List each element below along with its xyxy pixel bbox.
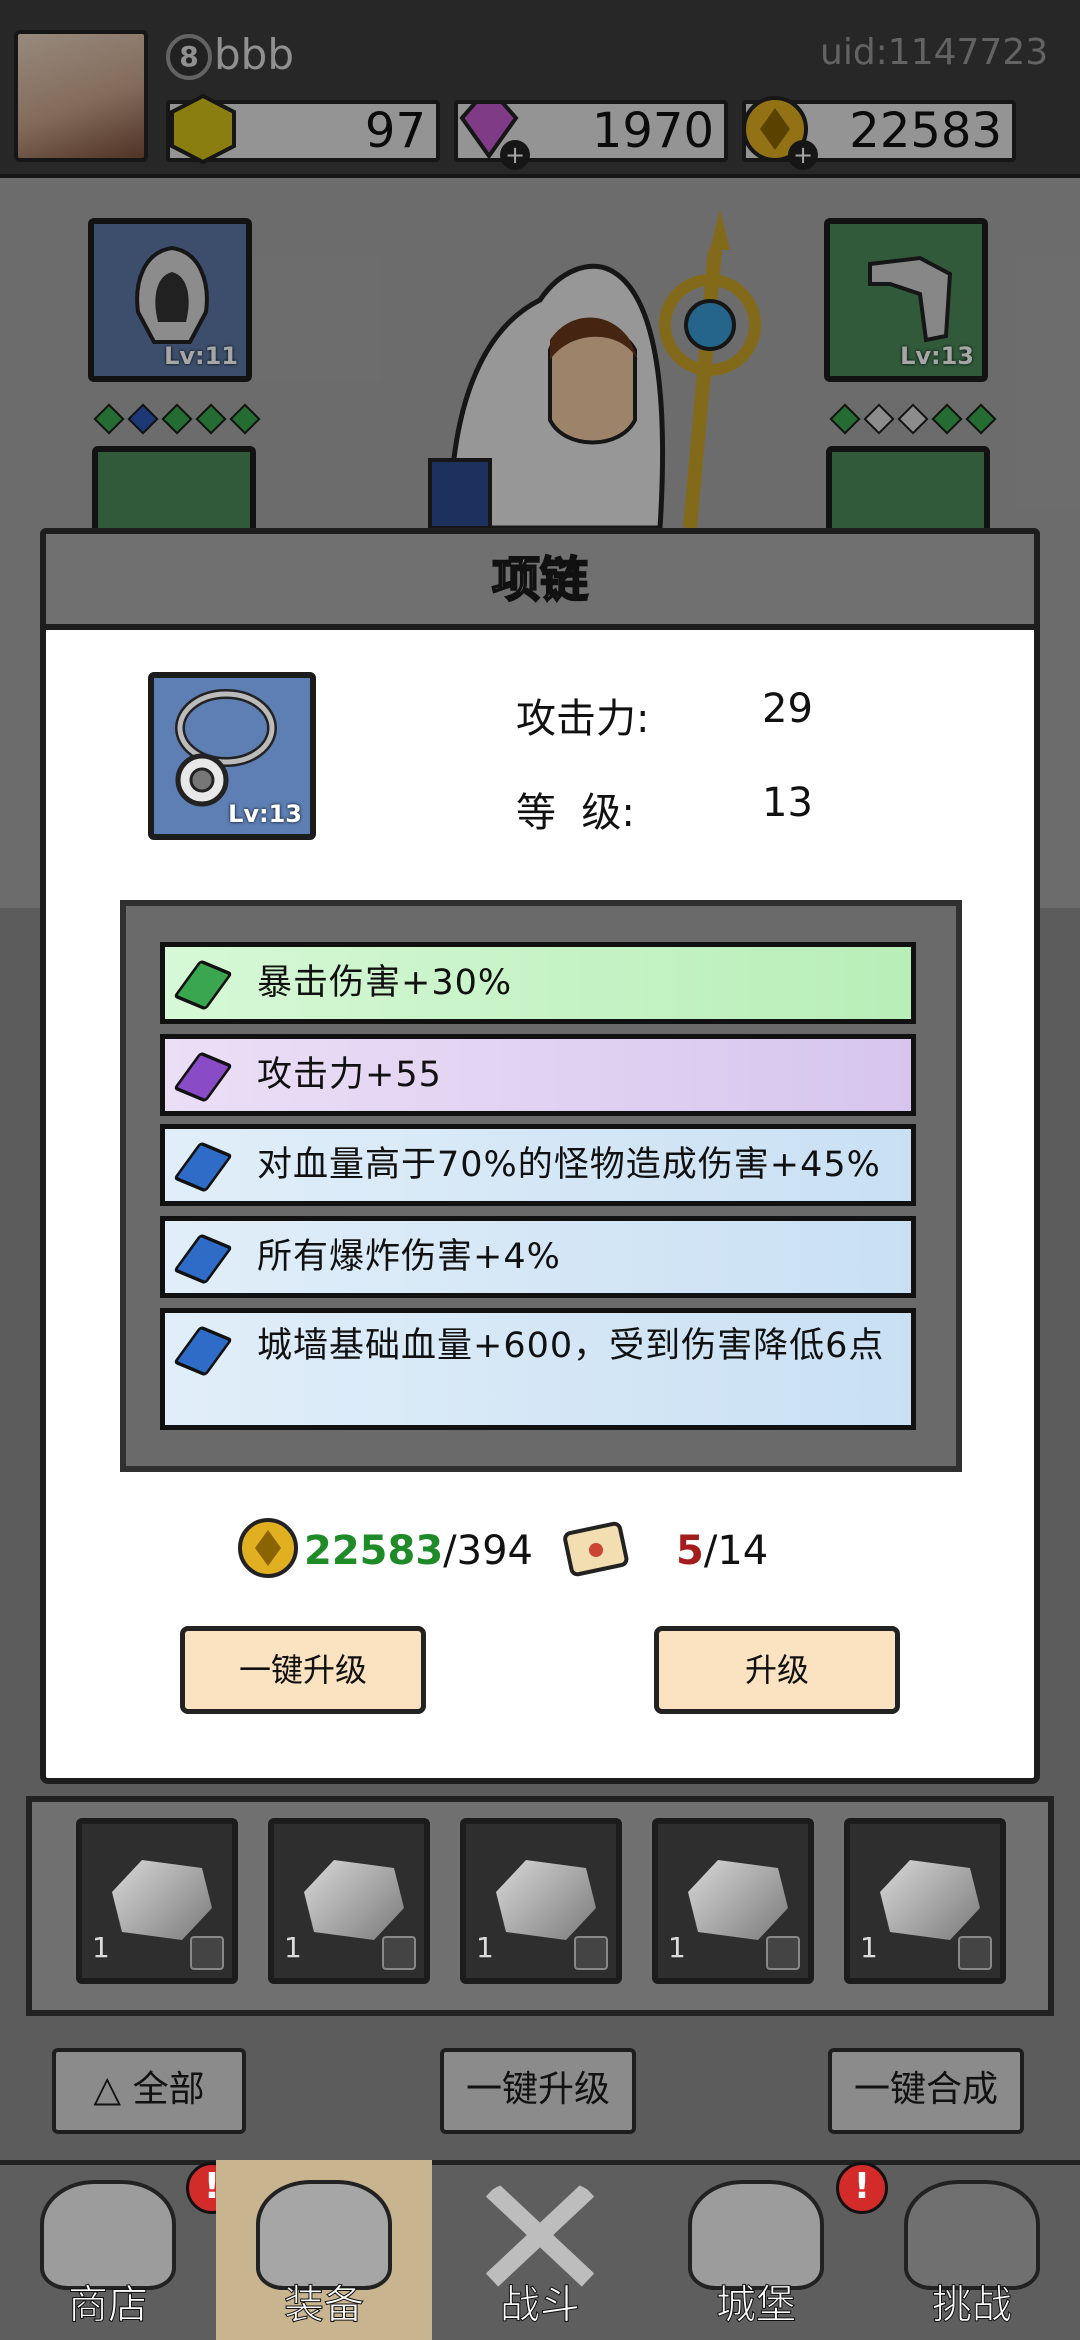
stat-level-label: 等 级: [516, 790, 635, 836]
stat-level-value: 13 [762, 780, 813, 826]
tab-castle[interactable]: 城堡 [648, 2160, 864, 2340]
stat-attack-value: 29 [762, 686, 813, 732]
green-gem-icon [173, 959, 233, 1011]
affix-row: 攻击力+55 [160, 1034, 916, 1116]
affix-text: 城墙基础血量+600，受到伤害降低6点 [257, 1326, 885, 1366]
upgrade-button[interactable]: 升级 [654, 1626, 900, 1714]
scroll-icon [563, 1521, 629, 1577]
item-count: 1 [284, 1931, 302, 1964]
purple-gem-icon [173, 1051, 233, 1103]
stone-icon [304, 1860, 404, 1940]
item-count: 1 [668, 1931, 686, 1964]
tab-label: 城堡 [716, 2282, 797, 2329]
bulk-upgrade-button[interactable]: 一键升级 [440, 2048, 636, 2134]
dialog-title: 项链 [491, 551, 589, 609]
item-count: 1 [860, 1931, 878, 1964]
affix-text: 对血量高于70%的怪物造成伤害+45% [257, 1145, 881, 1185]
filter-label: 全部 [132, 2069, 205, 2110]
tab-label: 战斗 [500, 2282, 581, 2329]
coin-required: /394 [443, 1528, 533, 1574]
inventory-item[interactable]: 1 [460, 1818, 622, 1984]
affix-row: 所有爆炸伤害+4% [160, 1216, 916, 1298]
stone-icon [112, 1860, 212, 1940]
coin-icon [238, 1518, 298, 1578]
triangle-up-icon: △ [93, 2069, 122, 2110]
inventory-item[interactable]: 1 [844, 1818, 1006, 1984]
affix-text: 攻击力+55 [257, 1055, 442, 1095]
necklace-level: Lv:13 [228, 800, 302, 828]
affix-row: 城墙基础血量+600，受到伤害降低6点 [160, 1308, 916, 1430]
bulk-merge-button[interactable]: 一键合成 [828, 2048, 1024, 2134]
inventory-item[interactable]: 1 [76, 1818, 238, 1984]
necklace-item-frame: Lv:13 [148, 672, 316, 840]
tab-equipment[interactable]: 装备 [216, 2160, 432, 2340]
item-count: 1 [92, 1931, 110, 1964]
tab-challenge[interactable]: 挑战 [864, 2160, 1080, 2340]
pants-icon [766, 1936, 800, 1970]
boot-icon [190, 1936, 224, 1970]
coin-owned: 22583 [304, 1528, 444, 1574]
stat-attack-label: 攻击力: [516, 696, 650, 742]
stone-icon [688, 1860, 788, 1940]
filter-all-button[interactable]: △ 全部 [52, 2048, 246, 2134]
stone-icon [496, 1860, 596, 1940]
blue-gem-icon [173, 1325, 233, 1377]
affix-row: 对血量高于70%的怪物造成伤害+45% [160, 1124, 916, 1206]
blue-gem-icon [173, 1233, 233, 1285]
necklace-icon [175, 689, 277, 807]
tab-label: 装备 [284, 2282, 365, 2329]
scroll-required: /14 [703, 1528, 769, 1574]
item-count: 1 [476, 1931, 494, 1964]
affix-row: 暴击伤害+30% [160, 942, 916, 1024]
stone-icon [880, 1860, 980, 1940]
ring-icon [958, 1936, 992, 1970]
blue-gem-icon [173, 1141, 233, 1193]
tab-shop[interactable]: 商店 [0, 2160, 216, 2340]
pants-icon [382, 1936, 416, 1970]
affix-text: 所有爆炸伤害+4% [257, 1237, 561, 1277]
tab-label: 商店 [68, 2282, 149, 2329]
scroll-cost: 5/14 [676, 1528, 768, 1574]
tab-battle[interactable]: 战斗 [432, 2160, 648, 2340]
inventory-item[interactable]: 1 [268, 1818, 430, 1984]
upgrade-all-button[interactable]: 一键升级 [180, 1626, 426, 1714]
inventory-item[interactable]: 1 [652, 1818, 814, 1984]
tab-label: 挑战 [932, 2282, 1013, 2329]
affix-text: 暴击伤害+30% [257, 963, 513, 1003]
scroll-owned: 5 [676, 1528, 704, 1574]
coin-cost: 22583/394 [304, 1528, 533, 1574]
pants-icon [574, 1936, 608, 1970]
